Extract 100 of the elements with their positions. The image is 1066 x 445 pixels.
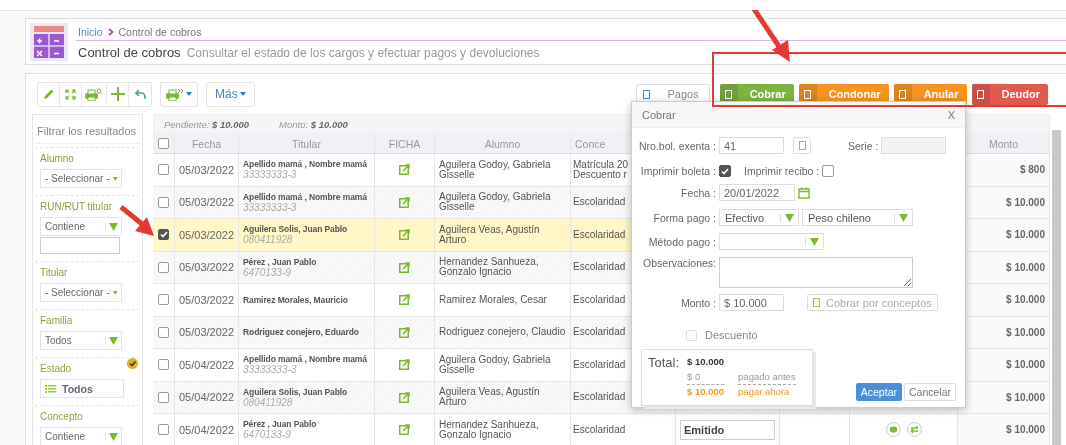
amount-total: Monto: $ 10.000 — [279, 118, 348, 130]
external-link-icon[interactable] — [399, 359, 410, 371]
holder-name: Apellido mamá , Nombre mamá — [243, 354, 367, 365]
holder-name: Apellido mamá , Nombre mamá — [243, 191, 367, 202]
print-menu-button[interactable] — [160, 81, 198, 107]
student-name: Aguilera Godoy, Gabriela Gisselle — [439, 159, 552, 180]
notes-field[interactable] — [719, 257, 913, 288]
series-field[interactable] — [881, 137, 947, 154]
square-icon — [804, 89, 812, 99]
dropdown-icon — [105, 222, 121, 231]
edit-button[interactable] — [38, 82, 60, 106]
column-header[interactable]: Alumno — [484, 137, 521, 150]
pencil-icon — [42, 88, 55, 100]
concept-text: Escolaridad — [573, 424, 626, 435]
receipt-number-field[interactable]: 41 — [719, 137, 784, 154]
filter-select[interactable]: Todos — [40, 331, 122, 350]
concept-text: Escolaridad — [573, 229, 626, 240]
close-button[interactable]: X — [947, 108, 955, 121]
discount-checkbox[interactable] — [686, 329, 697, 341]
field-label: Imprimir boleta : — [639, 165, 716, 177]
coins-icon[interactable] — [885, 422, 901, 438]
filter-select[interactable]: - Seleccionar - — [40, 169, 122, 188]
dropdown-icon — [105, 336, 121, 345]
student-name: Aguilera Godoy, Gabriela Gisselle — [439, 192, 552, 213]
filter-input[interactable] — [40, 237, 120, 254]
external-link-icon[interactable] — [399, 229, 410, 241]
external-link-icon[interactable] — [399, 294, 410, 306]
row-checkbox[interactable] — [158, 424, 169, 436]
filter-list-button[interactable]: Todos — [40, 379, 124, 398]
dropdown-icon — [105, 432, 121, 441]
row-checkbox[interactable] — [158, 196, 169, 208]
page-subtitle: Consultar el estado de los cargos y efectuar pagos y devoluciones — [186, 45, 540, 60]
row-checkbox[interactable] — [158, 229, 169, 241]
list-icon — [45, 384, 56, 393]
print-receipt-checkbox[interactable] — [719, 165, 731, 177]
row-checkbox[interactable] — [158, 359, 169, 371]
column-header[interactable]: Monto — [988, 137, 1019, 150]
accept-button[interactable]: Aceptar — [855, 383, 902, 401]
due-label: pagar ahora — [738, 385, 791, 400]
external-link-icon[interactable] — [399, 196, 410, 208]
filter-label: Concepto — [40, 411, 84, 423]
student-name: Aguilera Veas, Agustín Arturo — [439, 387, 541, 408]
scrollbar[interactable] — [1052, 130, 1061, 445]
date-cell: 05/03/2022 — [179, 196, 235, 209]
annotation-arrow — [749, 10, 790, 62]
column-header[interactable]: Fecha — [191, 137, 222, 150]
date-cell: 05/04/2022 — [179, 423, 235, 436]
field-label: Monto : — [679, 296, 716, 309]
receipt-button[interactable] — [793, 137, 811, 154]
concept-text: Escolaridad — [573, 262, 626, 273]
print-preview-button[interactable] — [82, 82, 107, 106]
holder-id: 33333333-3 — [243, 201, 297, 213]
due-amount: $ 10.000 — [687, 385, 725, 400]
date-field[interactable]: 20/01/2022 — [719, 184, 795, 201]
row-checkbox[interactable] — [158, 164, 169, 176]
select-all-checkbox[interactable] — [158, 138, 169, 149]
row-checkbox[interactable] — [158, 294, 169, 306]
external-link-icon[interactable] — [399, 326, 410, 338]
field-label: Fecha : — [679, 186, 716, 199]
calendar-icon[interactable] — [798, 186, 810, 199]
print-voucher-checkbox[interactable] — [822, 165, 835, 177]
amount-cell: $ 10.000 — [1006, 424, 1045, 436]
filter-select[interactable]: Contiene — [40, 427, 122, 445]
action-button[interactable]: Deudor — [971, 83, 1048, 105]
breadcrumb-link[interactable]: Inicio — [78, 25, 103, 38]
column-header[interactable]: Titular — [292, 137, 321, 150]
filter-select[interactable]: Contiene — [40, 217, 122, 236]
external-link-icon[interactable] — [399, 261, 410, 273]
cancel-button[interactable]: Cancelar — [903, 383, 956, 401]
more-button[interactable]: Más — [206, 81, 255, 107]
currency-select[interactable]: Peso chileno — [802, 209, 913, 226]
charge-by-concepts-button[interactable]: Cobrar por conceptos — [807, 294, 938, 311]
student-name: Ramirez Morales, Cesar — [439, 294, 547, 305]
payment-form-select[interactable]: Efectivo — [719, 209, 799, 226]
column-header[interactable]: Conce — [575, 137, 606, 150]
breadcrumb-current: Control de cobros — [118, 25, 202, 38]
holder-id: 6470133-9 — [243, 429, 291, 441]
row-checkbox[interactable] — [158, 261, 169, 273]
amount-cell: $ 10.000 — [1006, 326, 1045, 338]
amount-cell: $ 10.000 — [1006, 391, 1045, 403]
square-icon — [899, 89, 907, 99]
payment-method-select[interactable] — [719, 233, 824, 250]
printer-forward-icon — [166, 87, 184, 101]
dialog-title: Cobrar — [642, 108, 676, 121]
row-checkbox[interactable] — [158, 326, 169, 338]
external-link-icon[interactable] — [399, 164, 410, 176]
external-link-icon[interactable] — [399, 391, 410, 403]
swap-arrows-icon[interactable] — [906, 422, 922, 438]
student-name: Hernandez Sanhueza, Gonzalo Ignacio — [439, 257, 540, 278]
amount-cell: $ 10.000 — [1006, 359, 1045, 371]
row-checkbox[interactable] — [158, 391, 169, 403]
concept-text: Escolaridad — [573, 327, 626, 338]
undo-arrow-icon — [134, 88, 146, 100]
chevron-icon — [107, 27, 114, 36]
column-header[interactable]: FICHA — [388, 137, 421, 150]
filter-select[interactable]: - Seleccionar - — [40, 283, 122, 302]
date-cell: 05/03/2022 — [179, 261, 235, 274]
external-link-icon[interactable] — [399, 424, 410, 436]
amount-field[interactable]: $ 10.000 — [719, 294, 784, 311]
holder-id: 6470133-9 — [243, 266, 291, 278]
